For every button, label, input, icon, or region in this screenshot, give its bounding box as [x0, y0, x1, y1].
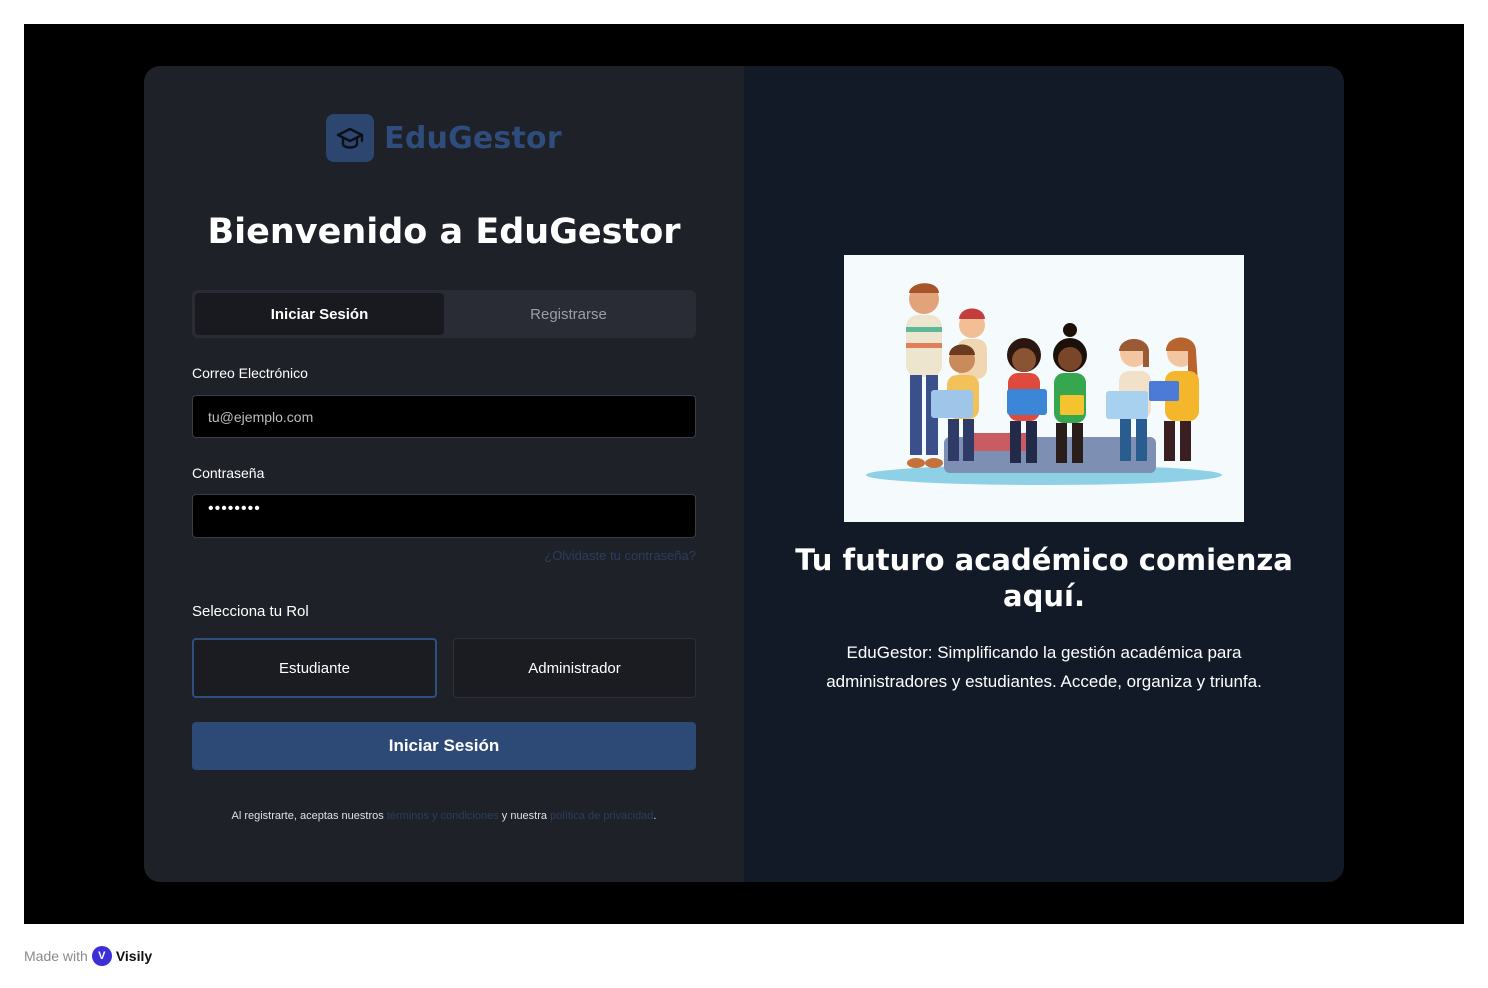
terms-suffix: . — [653, 810, 657, 822]
login-card: EduGestor Bienvenido a EduGestor Iniciar… — [144, 66, 1344, 882]
role-admin-button[interactable]: Administrador — [453, 638, 696, 698]
privacy-link[interactable]: política de privacidad — [550, 810, 653, 822]
terms-link[interactable]: términos y condiciones — [387, 810, 499, 822]
brand-header: EduGestor — [144, 114, 744, 162]
terms-prefix: Al registrarte, aceptas nuestros — [231, 810, 384, 822]
tab-login[interactable]: Iniciar Sesión — [195, 293, 444, 335]
password-mask: •••••••• — [208, 500, 261, 517]
tab-register[interactable]: Registrarse — [444, 293, 693, 335]
password-field[interactable] — [192, 494, 696, 538]
brand-name: EduGestor — [384, 120, 562, 156]
visily-logo-icon: V — [91, 946, 112, 966]
auth-tabs: Iniciar Sesión Registrarse — [192, 290, 696, 338]
page-title: Bienvenido a EduGestor — [207, 212, 681, 252]
made-with-text: Made with — [24, 948, 88, 964]
hero-description: EduGestor: Simplificando la gestión acad… — [826, 643, 1262, 691]
students-illustration — [844, 255, 1244, 522]
app-canvas: EduGestor Bienvenido a EduGestor Iniciar… — [24, 24, 1464, 924]
email-field[interactable] — [192, 395, 696, 438]
visily-brand-name: Visily — [115, 948, 153, 964]
graduation-cap-icon — [326, 114, 375, 162]
hero-tagline: Tu futuro académico comienza aquí. — [795, 543, 1293, 613]
login-panel: EduGestor Bienvenido a EduGestor Iniciar… — [144, 66, 744, 882]
email-label: Correo Electrónico — [192, 365, 308, 381]
forgot-password-link[interactable]: ¿Olvidaste tu contraseña? — [544, 548, 696, 563]
login-submit-button[interactable]: Iniciar Sesión — [192, 722, 696, 770]
hero-panel: Tu futuro académico comienza aquí. EduGe… — [744, 66, 1344, 882]
role-label: Selecciona tu Rol — [192, 603, 309, 620]
role-student-button[interactable]: Estudiante — [192, 638, 437, 698]
terms-middle: y nuestra — [501, 810, 548, 822]
terms-notice: Al registrarte, aceptas nuestros término… — [144, 810, 744, 822]
role-selector: Estudiante Administrador — [192, 638, 696, 698]
made-with-footer[interactable]: Made with V Visily — [24, 946, 152, 966]
password-label: Contraseña — [192, 465, 265, 481]
